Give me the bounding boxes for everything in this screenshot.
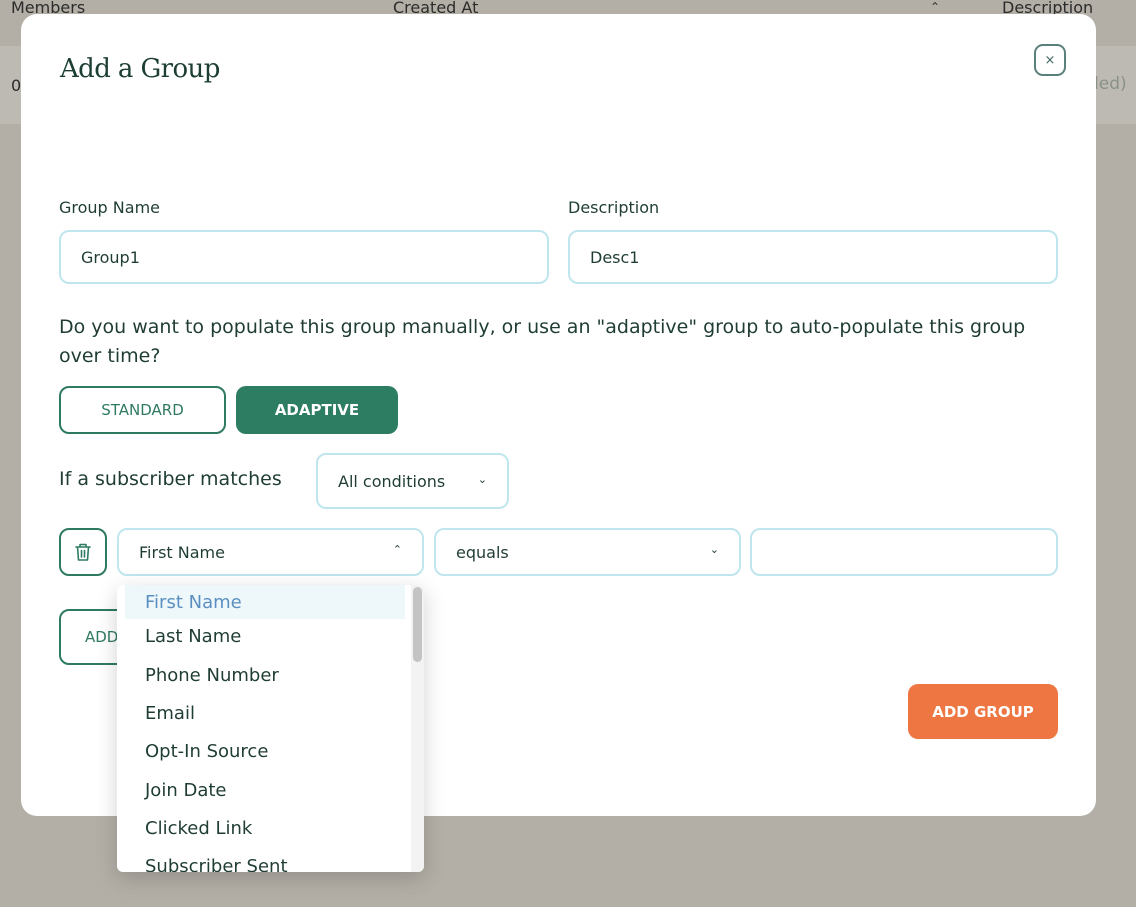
close-button[interactable]: × — [1034, 44, 1066, 76]
match-select[interactable]: All conditions ⌄ — [316, 453, 509, 509]
adaptive-button[interactable]: ADAPTIVE — [236, 386, 398, 434]
delete-condition-button[interactable] — [59, 528, 107, 576]
row-cell-members: 0 — [11, 76, 22, 95]
sort-icon: ⌃ — [930, 0, 941, 14]
field-dropdown-menu: First Name Last Name Phone Number Email … — [117, 585, 424, 872]
close-icon: × — [1044, 52, 1056, 68]
trash-icon — [75, 543, 91, 561]
add-group-button[interactable]: ADD GROUP — [908, 684, 1058, 739]
chevron-down-icon: ⌄ — [477, 473, 487, 486]
condition-operator-select[interactable]: equals ⌄ — [434, 528, 741, 576]
match-label: If a subscriber matches — [59, 468, 282, 490]
match-select-value: All conditions — [338, 471, 446, 491]
description-input[interactable] — [568, 230, 1058, 284]
condition-field-select[interactable]: First Name ⌃ — [117, 528, 424, 576]
chevron-up-icon: ⌃ — [392, 543, 402, 556]
condition-operator-value: equals — [456, 542, 509, 562]
dropdown-item-email[interactable]: Email — [125, 696, 405, 730]
group-name-input[interactable] — [59, 230, 549, 284]
dropdown-item-clicked-link[interactable]: Clicked Link — [125, 811, 405, 845]
condition-value-input[interactable] — [750, 528, 1058, 576]
modal-title: Add a Group — [60, 54, 220, 84]
population-question: Do you want to populate this group manua… — [59, 316, 1026, 367]
standard-button[interactable]: STANDARD — [59, 386, 226, 434]
group-name-label: Group Name — [59, 198, 160, 217]
dropdown-item-opt-in-source[interactable]: Opt-In Source — [125, 734, 405, 768]
condition-field-value: First Name — [139, 542, 225, 562]
description-label: Description — [568, 198, 660, 217]
dropdown-item-join-date[interactable]: Join Date — [125, 773, 405, 807]
dropdown-item-subscriber-sent[interactable]: Subscriber Sent — [125, 849, 405, 873]
dropdown-scrollbar-thumb[interactable] — [413, 587, 422, 662]
dropdown-item-phone-number[interactable]: Phone Number — [125, 658, 405, 692]
add-condition-label: ADD — [85, 628, 119, 646]
chevron-down-icon: ⌄ — [709, 543, 719, 556]
dropdown-item-first-name[interactable]: First Name — [125, 585, 405, 619]
dropdown-item-last-name[interactable]: Last Name — [125, 619, 405, 653]
